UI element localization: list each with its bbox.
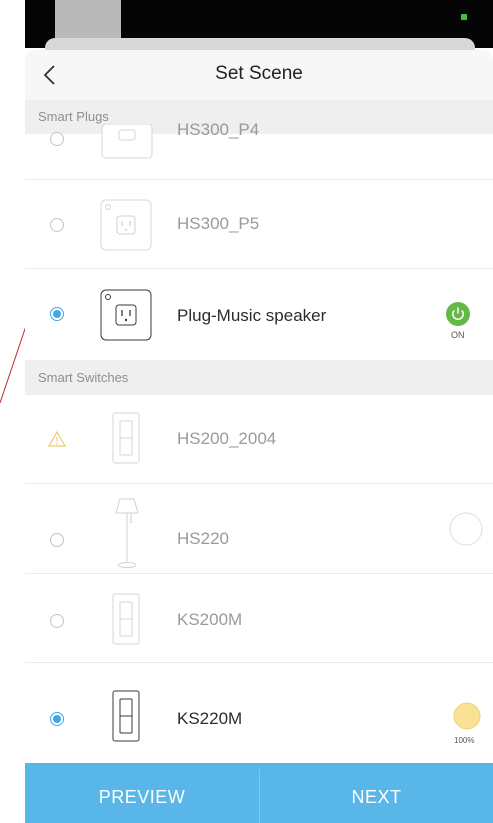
device-row-ks220m[interactable]: KS220M 100%	[25, 663, 493, 763]
floor-lamp-icon	[115, 498, 139, 568]
device-row-hs220[interactable]: HS220	[25, 484, 493, 574]
radio-button[interactable]	[50, 614, 64, 628]
device-row-hs300-p4[interactable]: HS300_P4	[25, 120, 493, 180]
radio-button[interactable]	[50, 132, 64, 146]
device-row-hs200-2004[interactable]: HS200_2004	[25, 395, 493, 484]
brightness-circle-icon[interactable]	[449, 512, 483, 546]
bottom-action-bar: PREVIEW NEXT	[25, 763, 493, 823]
outlet-icon	[100, 289, 152, 341]
device-name: Plug-Music speaker	[177, 306, 327, 325]
battery-icon	[461, 14, 467, 20]
section-header-smart-switches: Smart Switches	[25, 361, 493, 395]
navigation-bar: Set Scene	[25, 50, 493, 100]
radio-button-selected[interactable]	[50, 307, 64, 321]
power-toggle-button[interactable]	[446, 302, 470, 326]
warning-icon[interactable]	[48, 431, 66, 447]
radio-button-selected[interactable]	[50, 712, 64, 726]
device-row-hs300-p5[interactable]: HS300_P5	[25, 180, 493, 269]
preview-button[interactable]: PREVIEW	[25, 763, 259, 823]
power-state-label: ON	[451, 330, 465, 340]
switch-icon	[112, 690, 140, 742]
device-name: HS200_2004	[177, 429, 277, 448]
set-scene-screen: Set Scene Smart Plugs HS300_P4 HS300_P5	[25, 50, 493, 823]
device-name: KS200M	[177, 610, 243, 629]
device-name: HS220	[177, 529, 229, 548]
outlet-icon	[101, 124, 153, 159]
device-name: KS220M	[177, 709, 243, 728]
device-name: HS300_P4	[177, 120, 260, 139]
switch-icon	[112, 593, 140, 645]
brightness-label: 100%	[454, 736, 475, 745]
page-title: Set Scene	[215, 63, 303, 84]
device-row-plug-music-speaker[interactable]: Plug-Music speaker ON	[25, 269, 493, 361]
device-row-ks200m[interactable]: KS200M	[25, 574, 493, 663]
brightness-bulb-icon[interactable]	[453, 702, 481, 730]
power-icon	[452, 307, 464, 320]
switch-icon	[112, 412, 140, 464]
status-bar-thumbnail	[55, 0, 121, 40]
radio-button[interactable]	[50, 218, 64, 232]
radio-button[interactable]	[50, 533, 64, 547]
chevron-left-icon[interactable]	[37, 62, 63, 88]
device-name: HS300_P5	[177, 214, 260, 233]
next-button[interactable]: NEXT	[260, 763, 493, 823]
outlet-icon	[100, 199, 152, 251]
